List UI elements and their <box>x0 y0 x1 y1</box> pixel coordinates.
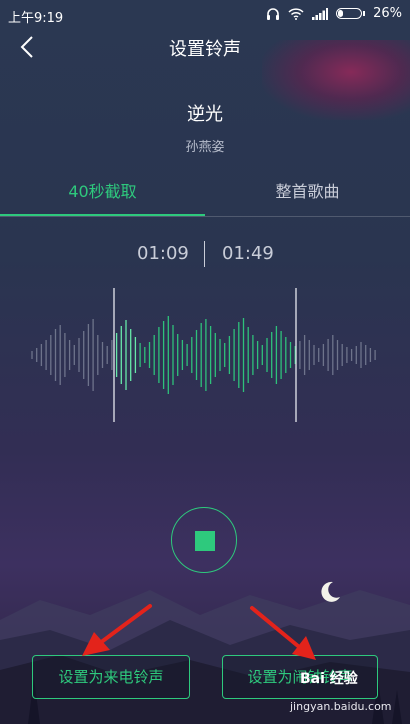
trim-end-time: 01:49 <box>222 243 274 264</box>
battery-body <box>336 8 363 19</box>
status-time: 上午9:19 <box>8 11 64 26</box>
waveform[interactable] <box>0 280 410 430</box>
tab-divider <box>0 216 410 217</box>
song-artist: 孙燕姿 <box>185 140 225 155</box>
battery-tip <box>363 11 366 16</box>
stop-icon <box>195 531 215 551</box>
battery-icon <box>336 8 366 19</box>
time-separator <box>204 241 205 267</box>
song-title: 逆光 <box>187 104 223 125</box>
tab-full-song[interactable]: 整首歌曲 <box>205 178 410 202</box>
ringtone-screen: 上午9:19 26% 设置铃声 逆光 孙燕姿 40秒截取 整首歌曲 01:09 … <box>0 0 410 724</box>
battery-percent: 26% <box>373 6 402 21</box>
status-icons: 26% <box>266 6 402 21</box>
headphones-icon <box>267 7 280 20</box>
trim-start-time: 01:09 <box>137 243 189 264</box>
moon-icon <box>321 581 340 602</box>
wifi-icon <box>288 8 304 20</box>
watermark-url: jingyan.baidu.com <box>290 700 392 713</box>
tab-40s-clip[interactable]: 40秒截取 <box>0 178 205 202</box>
watermark-logo: Bai 经验 <box>300 671 358 687</box>
battery-fill <box>338 10 344 17</box>
signal-icon <box>312 7 329 20</box>
set-call-ringtone-button[interactable]: 设置为来电铃声 <box>32 655 190 699</box>
status-bar: 上午9:19 26% <box>0 0 410 30</box>
page-title: 设置铃声 <box>169 39 241 60</box>
